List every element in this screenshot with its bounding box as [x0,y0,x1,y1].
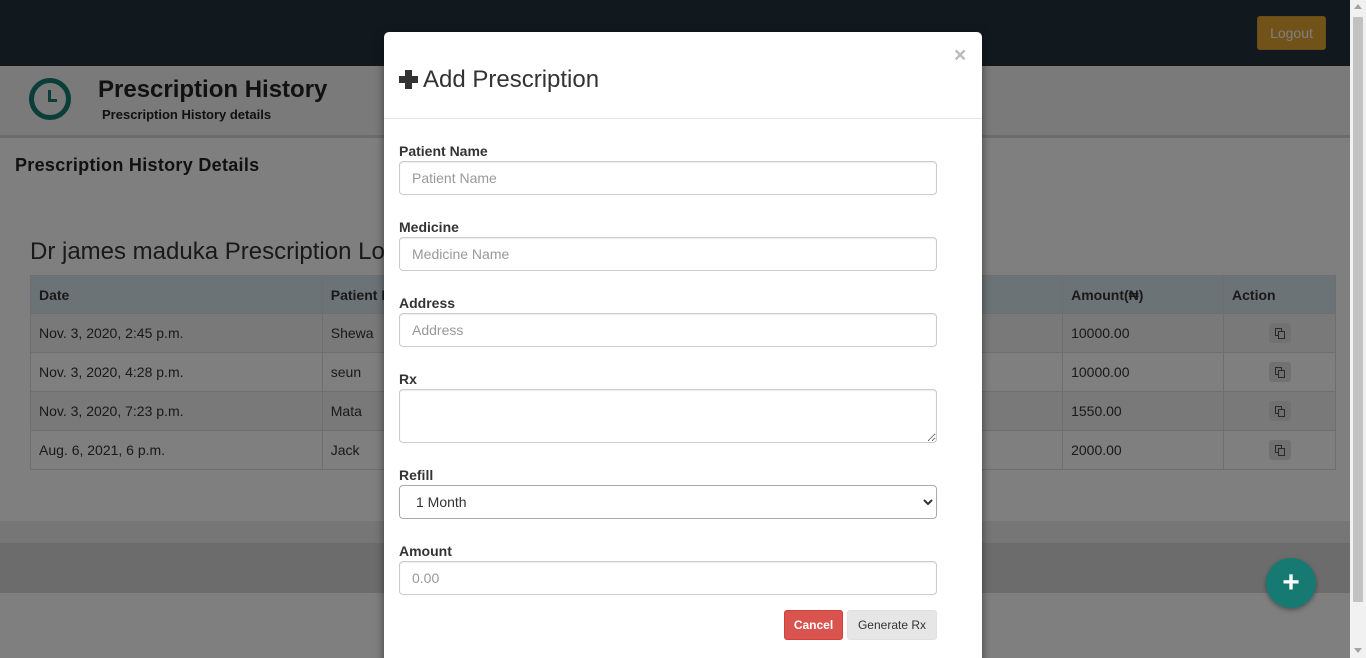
page-scrollbar[interactable] [1350,0,1366,658]
patient-name-label: Patient Name [399,143,488,159]
scroll-thumb[interactable] [1353,17,1363,602]
cancel-button[interactable]: Cancel [784,610,843,640]
rx-label: Rx [399,371,417,387]
add-prescription-modal: × Add Prescription Patient Name Medicine… [384,32,982,658]
plus-icon [399,70,418,89]
refill-select[interactable]: 1 Month [399,485,937,519]
rx-textarea[interactable] [399,389,937,443]
address-input[interactable] [399,313,937,347]
modal-title: Add Prescription [423,66,600,93]
medicine-input[interactable] [399,237,937,271]
add-prescription-fab[interactable]: + [1266,558,1316,608]
address-label: Address [399,295,456,311]
patient-name-input[interactable] [399,161,937,195]
amount-input[interactable] [399,561,937,595]
amount-label: Amount [399,543,452,559]
scroll-down-icon[interactable] [1354,648,1362,653]
medicine-label: Medicine [399,219,459,235]
scroll-up-icon[interactable] [1354,4,1362,9]
modal-header: × Add Prescription [384,32,982,119]
generate-rx-button[interactable]: Generate Rx [847,610,937,640]
close-icon[interactable]: × [954,44,966,68]
refill-label: Refill [399,467,434,483]
